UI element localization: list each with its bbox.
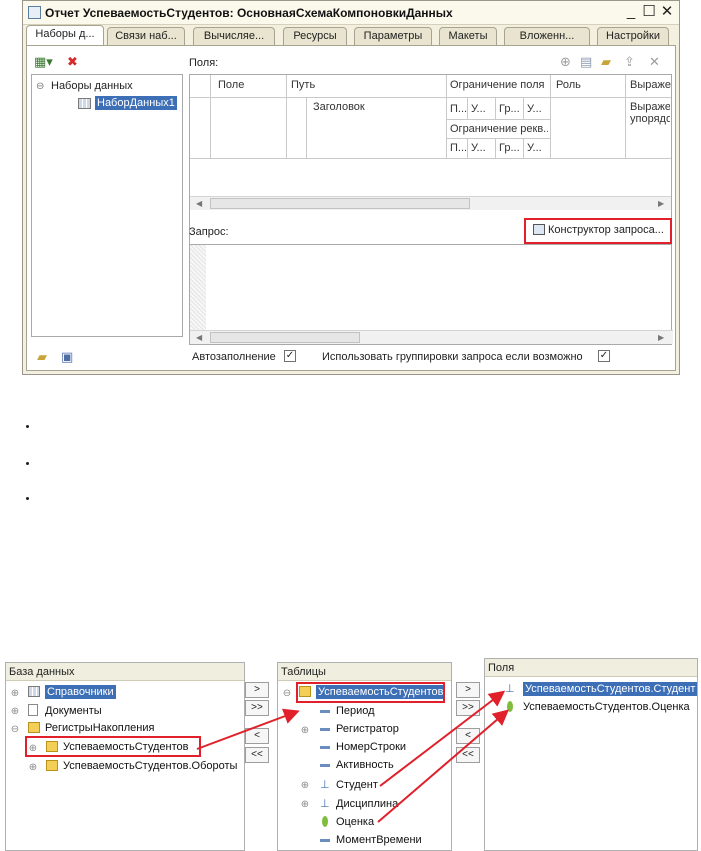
arrow-grade	[377, 709, 510, 823]
annotation-arrows	[196, 690, 510, 823]
arrow-student	[379, 690, 506, 787]
arrow-to-tables	[196, 708, 300, 750]
